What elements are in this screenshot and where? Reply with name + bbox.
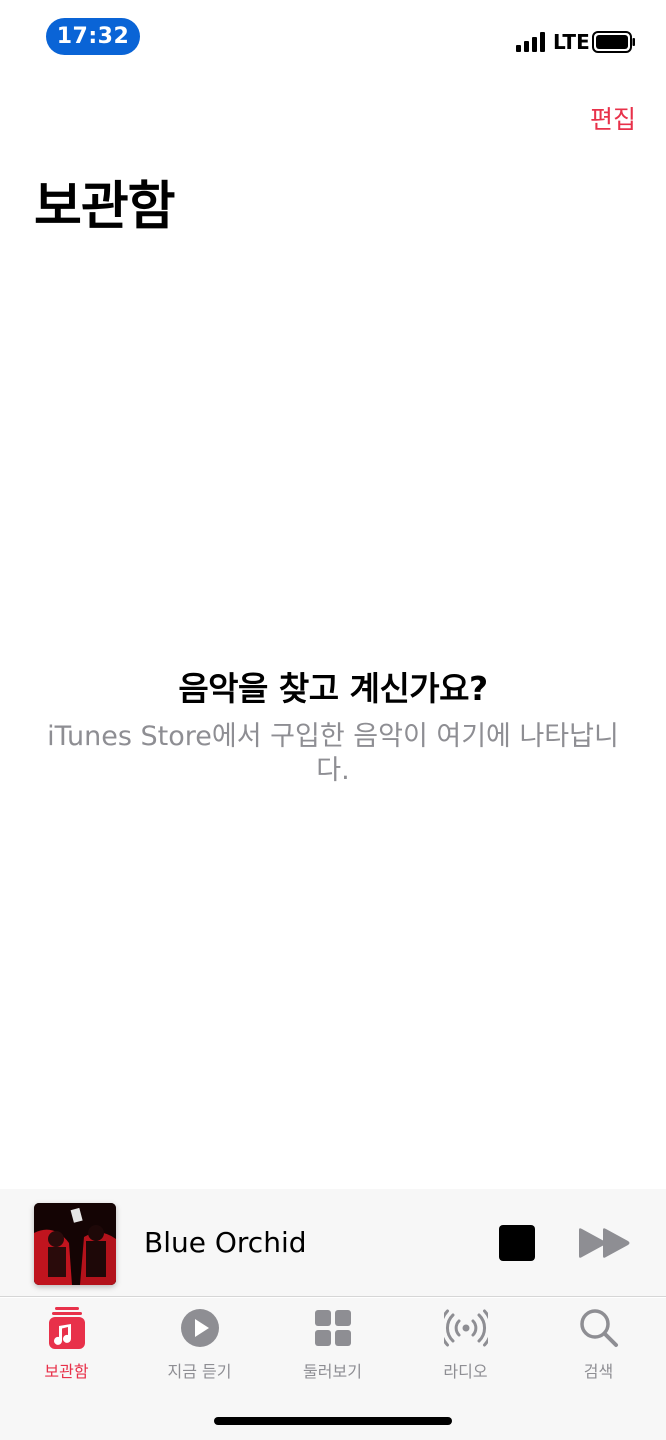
tab-browse[interactable]: 둘러보기 bbox=[266, 1306, 399, 1382]
stop-icon[interactable] bbox=[499, 1225, 535, 1261]
tab-search-label: 검색 bbox=[583, 1362, 614, 1381]
tab-listen-now-label: 지금 듣기 bbox=[167, 1362, 232, 1381]
empty-state: 음악을 찾고 계신가요? iTunes Store에서 구입한 음악이 여기에 … bbox=[40, 662, 626, 788]
browse-grid-icon bbox=[314, 1310, 351, 1346]
search-icon bbox=[579, 1309, 618, 1347]
library-icon bbox=[48, 1307, 85, 1349]
play-circle-icon bbox=[180, 1309, 219, 1347]
fast-forward-icon[interactable] bbox=[577, 1227, 633, 1259]
status-time[interactable]: 17:32 bbox=[46, 18, 140, 55]
cellular-signal-icon bbox=[516, 32, 545, 52]
home-indicator[interactable] bbox=[214, 1417, 452, 1425]
tab-radio[interactable]: 라디오 bbox=[399, 1306, 532, 1382]
tab-listen-now[interactable]: 지금 듣기 bbox=[133, 1306, 266, 1382]
page-title: 보관함 bbox=[34, 177, 176, 237]
empty-state-description: iTunes Store에서 구입한 음악이 여기에 나타납니다. bbox=[47, 721, 619, 786]
tab-browse-label: 둘러보기 bbox=[303, 1362, 362, 1381]
tab-library-label: 보관함 bbox=[44, 1362, 89, 1381]
tab-radio-label: 라디오 bbox=[443, 1362, 488, 1381]
empty-state-heading: 음악을 찾고 계신가요? bbox=[178, 669, 488, 708]
status-bar: 17:32 LTE bbox=[0, 0, 666, 80]
network-type: LTE bbox=[553, 30, 590, 54]
edit-button[interactable]: 편집 bbox=[590, 100, 636, 136]
album-art-image bbox=[34, 1203, 116, 1285]
album-art[interactable] bbox=[34, 1203, 116, 1285]
battery-icon bbox=[592, 31, 635, 53]
mini-player[interactable]: Blue Orchid bbox=[0, 1189, 666, 1297]
track-title[interactable]: Blue Orchid bbox=[144, 1226, 307, 1259]
tab-library[interactable]: 보관함 bbox=[0, 1306, 133, 1382]
radio-icon bbox=[443, 1309, 488, 1347]
tab-search[interactable]: 검색 bbox=[532, 1306, 665, 1382]
